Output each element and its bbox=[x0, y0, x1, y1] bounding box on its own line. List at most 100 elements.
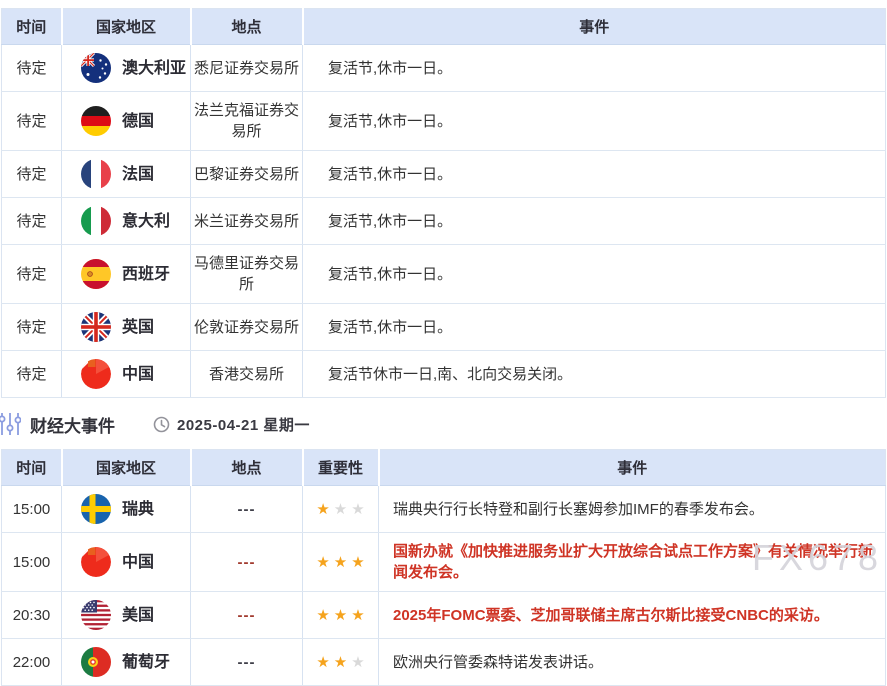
holiday-table: 时间 国家地区 地点 事件 待定 澳大利亚 悉尼证券交易所 复活节,休市一日。 bbox=[1, 8, 886, 398]
country-name: 澳大利亚 bbox=[122, 58, 186, 79]
holiday-table-row: 待定 意大利 米兰证券交易所 复活节,休市一日。 bbox=[2, 198, 886, 245]
country-cell: 瑞典 bbox=[62, 486, 191, 533]
star-filled-icon: ★ bbox=[316, 554, 329, 571]
event-cell: 欧洲央行管委森特诺发表讲话。 bbox=[379, 639, 886, 686]
time-cell: 15:00 bbox=[2, 533, 62, 592]
header-event: 事件 bbox=[379, 450, 886, 486]
star-empty-icon: ★ bbox=[351, 654, 364, 671]
header-event: 事件 bbox=[303, 9, 886, 45]
location-cell: 伦敦证券交易所 bbox=[191, 304, 303, 351]
clock-icon bbox=[153, 416, 170, 433]
section-header: 财经大事件 2025-04-21 星期一 bbox=[0, 399, 887, 449]
header-time: 时间 bbox=[2, 9, 62, 45]
pt-flag-icon bbox=[81, 647, 111, 677]
time-cell: 待定 bbox=[2, 351, 62, 398]
star-filled-icon: ★ bbox=[316, 654, 329, 671]
country-name: 法国 bbox=[122, 164, 154, 185]
star-filled-icon: ★ bbox=[334, 654, 347, 671]
time-cell: 待定 bbox=[2, 245, 62, 304]
header-location: 地点 bbox=[191, 9, 303, 45]
star-empty-icon: ★ bbox=[334, 501, 347, 518]
cn-flag-icon bbox=[81, 359, 111, 389]
location-cell: 米兰证券交易所 bbox=[191, 198, 303, 245]
au-flag-icon bbox=[81, 53, 111, 83]
location-cell: 香港交易所 bbox=[191, 351, 303, 398]
events-table: 时间 国家地区 地点 重要性 事件 15:00 瑞典 --- ★★★ 瑞典央行行… bbox=[1, 449, 886, 686]
importance-stars: ★★★ bbox=[303, 639, 379, 686]
star-empty-icon: ★ bbox=[351, 501, 364, 518]
time-cell: 待定 bbox=[2, 304, 62, 351]
header-location: 地点 bbox=[191, 450, 303, 486]
time-cell: 待定 bbox=[2, 151, 62, 198]
time-cell: 22:00 bbox=[2, 639, 62, 686]
location-cell: 法兰克福证券交易所 bbox=[191, 92, 303, 151]
event-cell: 复活节休市一日,南、北向交易关闭。 bbox=[303, 351, 886, 398]
time-cell: 待定 bbox=[2, 198, 62, 245]
us-flag-icon bbox=[81, 600, 111, 630]
country-name: 葡萄牙 bbox=[122, 652, 170, 673]
es-flag-icon bbox=[81, 259, 111, 289]
country-name: 西班牙 bbox=[122, 264, 170, 285]
fr-flag-icon bbox=[81, 159, 111, 189]
event-cell: 复活节,休市一日。 bbox=[303, 151, 886, 198]
header-country: 国家地区 bbox=[62, 450, 191, 486]
header-time: 时间 bbox=[2, 450, 62, 486]
events-table-header-row: 时间 国家地区 地点 重要性 事件 bbox=[2, 450, 886, 486]
event-cell: 复活节,休市一日。 bbox=[303, 304, 886, 351]
time-cell: 待定 bbox=[2, 45, 62, 92]
star-filled-icon: ★ bbox=[334, 607, 347, 624]
country-cell: 美国 bbox=[62, 592, 191, 639]
star-filled-icon: ★ bbox=[351, 554, 364, 571]
it-flag-icon bbox=[81, 206, 111, 236]
header-country: 国家地区 bbox=[62, 9, 191, 45]
importance-stars: ★★★ bbox=[303, 592, 379, 639]
cn-flag-icon bbox=[81, 547, 111, 577]
importance-stars: ★★★ bbox=[303, 533, 379, 592]
holiday-table-row: 待定 西班牙 马德里证券交易所 复活节,休市一日。 bbox=[2, 245, 886, 304]
location-cell: --- bbox=[191, 486, 303, 533]
event-cell: 瑞典央行行长特登和副行长塞姆参加IMF的春季发布会。 bbox=[379, 486, 886, 533]
country-name: 中国 bbox=[122, 364, 154, 385]
country-cell: 德国 bbox=[62, 92, 191, 151]
country-cell: 葡萄牙 bbox=[62, 639, 191, 686]
star-filled-icon: ★ bbox=[351, 607, 364, 624]
event-cell: 国新办就《加快推进服务业扩大开放综合试点工作方案》有关情况举行新闻发布会。 bbox=[379, 533, 886, 592]
header-importance: 重要性 bbox=[303, 450, 379, 486]
de-flag-icon bbox=[81, 106, 111, 136]
holiday-table-row: 待定 法国 巴黎证券交易所 复活节,休市一日。 bbox=[2, 151, 886, 198]
events-table-row: 15:00 瑞典 --- ★★★ 瑞典央行行长特登和副行长塞姆参加IMF的春季发… bbox=[2, 486, 886, 533]
event-date: 2025-04-21 星期一 bbox=[177, 414, 310, 435]
country-name: 意大利 bbox=[122, 211, 170, 232]
events-table-row: 22:00 葡萄牙 --- ★★★ 欧洲央行管委森特诺发表讲话。 bbox=[2, 639, 886, 686]
event-cell: 复活节,休市一日。 bbox=[303, 198, 886, 245]
star-filled-icon: ★ bbox=[334, 554, 347, 571]
holiday-table-row: 待定 澳大利亚 悉尼证券交易所 复活节,休市一日。 bbox=[2, 45, 886, 92]
country-cell: 西班牙 bbox=[62, 245, 191, 304]
country-cell: 法国 bbox=[62, 151, 191, 198]
event-cell: 复活节,休市一日。 bbox=[303, 245, 886, 304]
country-name: 瑞典 bbox=[122, 499, 154, 520]
star-filled-icon: ★ bbox=[316, 501, 329, 518]
event-cell: 复活节,休市一日。 bbox=[303, 45, 886, 92]
country-cell: 中国 bbox=[62, 533, 191, 592]
se-flag-icon bbox=[81, 494, 111, 524]
importance-stars: ★★★ bbox=[303, 486, 379, 533]
country-name: 美国 bbox=[122, 605, 154, 626]
events-table-row: 20:30 美国 --- ★★★ 2025年FOMC票委、芝加哥联储主席古尔斯比… bbox=[2, 592, 886, 639]
events-table-row: 15:00 中国 --- ★★★ 国新办就《加快推进服务业扩大开放综合试点工作方… bbox=[2, 533, 886, 592]
holiday-table-row: 待定 德国 法兰克福证券交易所 复活节,休市一日。 bbox=[2, 92, 886, 151]
events-section-icon bbox=[0, 411, 21, 437]
location-cell: --- bbox=[191, 639, 303, 686]
country-cell: 英国 bbox=[62, 304, 191, 351]
country-cell: 中国 bbox=[62, 351, 191, 398]
event-cell: 复活节,休市一日。 bbox=[303, 92, 886, 151]
section-title: 财经大事件 bbox=[30, 412, 115, 437]
star-filled-icon: ★ bbox=[316, 607, 329, 624]
location-cell: 马德里证券交易所 bbox=[191, 245, 303, 304]
holiday-table-header-row: 时间 国家地区 地点 事件 bbox=[2, 9, 886, 45]
location-cell: 巴黎证券交易所 bbox=[191, 151, 303, 198]
location-cell: --- bbox=[191, 533, 303, 592]
time-cell: 20:30 bbox=[2, 592, 62, 639]
time-cell: 15:00 bbox=[2, 486, 62, 533]
country-cell: 澳大利亚 bbox=[62, 45, 191, 92]
